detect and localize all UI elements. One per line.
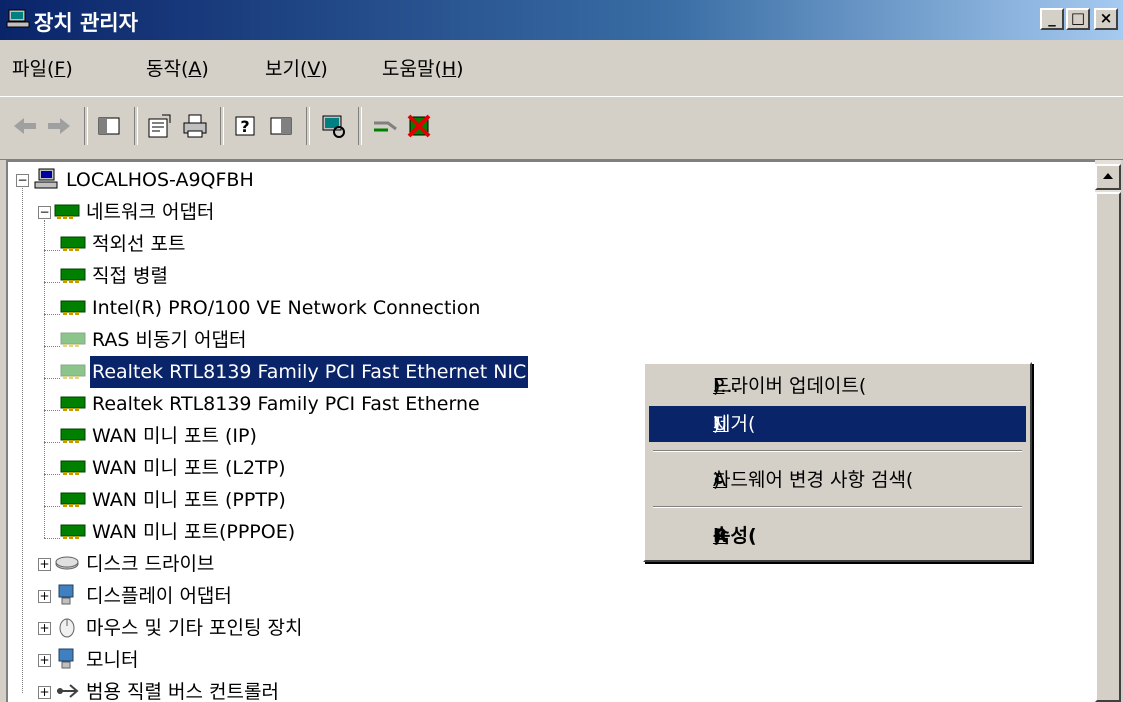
console-pane-icon[interactable] (266, 111, 296, 141)
maximize-button[interactable]: □ (1066, 8, 1090, 30)
collapse-toggle[interactable]: − (38, 206, 51, 219)
computer-icon (34, 168, 58, 189)
tree-group-label: 모니터 (86, 649, 139, 671)
scan-hardware-icon[interactable] (318, 111, 348, 141)
network-card-icon (60, 492, 86, 507)
menu-item-uninstall[interactable]: 제거(U) (649, 406, 1026, 442)
tree-group-label: 네트워크 어댑터 (86, 201, 215, 223)
uninstall-icon[interactable] (404, 111, 434, 141)
tree-guide (44, 410, 60, 411)
tree-item-label: WAN 미니 포트 (IP) (92, 425, 257, 447)
expand-toggle[interactable]: + (38, 686, 51, 699)
tree-root-label: LOCALHOS-A9QFBH (66, 169, 254, 191)
expand-toggle[interactable]: + (38, 558, 51, 571)
network-card-icon (60, 236, 86, 251)
tree-item-label: 직접 병렬 (92, 265, 168, 287)
svg-text:?: ? (240, 117, 249, 136)
network-card-icon (54, 204, 80, 219)
menu-separator (653, 450, 1022, 452)
back-icon[interactable] (10, 111, 40, 141)
toolbar-separator (306, 107, 310, 145)
tree-group-label: 범용 직렬 버스 컨트롤러 (86, 681, 279, 702)
menu-item-update-driver[interactable]: 드라이버 업데이트(P)... (649, 368, 1026, 404)
tree-item-label: RAS 비동기 어댑터 (92, 329, 247, 351)
tree-guide (44, 506, 60, 507)
minimize-button[interactable]: _ (1040, 8, 1064, 30)
update-driver-icon[interactable] (370, 111, 400, 141)
network-card-icon (60, 268, 86, 283)
menu-file[interactable]: 파일(F) (12, 54, 73, 81)
network-card-icon (60, 460, 86, 475)
tree-guide (44, 220, 45, 538)
mouse-icon (59, 618, 75, 638)
scroll-thumb[interactable] (1095, 192, 1121, 702)
close-button[interactable]: × (1094, 8, 1118, 30)
collapse-toggle[interactable]: − (16, 174, 29, 187)
tree-item-label: Realtek RTL8139 Family PCI Fast Etherne (92, 393, 480, 415)
tree-item-label: WAN 미니 포트 (PPTP) (92, 489, 286, 511)
menu-action[interactable]: 동작(A) (146, 54, 209, 81)
tree-group-label: 마우스 및 기타 포인팅 장치 (86, 617, 303, 639)
tree-guide (44, 346, 60, 347)
tree-item-label: Realtek RTL8139 Family PCI Fast Ethernet… (90, 356, 529, 388)
properties-icon[interactable] (144, 111, 174, 141)
menu-bar: 파일(F) 동작(A) 보기(V) 도움말(H) (0, 44, 1123, 88)
show-hide-console-tree-icon[interactable] (94, 111, 124, 141)
tree-item-label: Intel(R) PRO/100 VE Network Connection (92, 297, 481, 319)
toolbar-separator (220, 107, 224, 145)
tree-guide (44, 474, 60, 475)
tree-guide (44, 442, 60, 443)
tree-guide (44, 378, 60, 379)
tree-guide (44, 538, 60, 539)
toolbar: ? (0, 96, 1123, 160)
tree-item-label: WAN 미니 포트(PPPOE) (92, 521, 296, 543)
device-manager-window: 장치 관리자 _ □ × 파일(F) 동작(A) 보기(V) 도움말(H) ? … (0, 0, 1123, 702)
forward-icon[interactable] (44, 111, 74, 141)
toolbar-separator (358, 107, 362, 145)
menu-separator (653, 506, 1022, 508)
tree-guide (44, 314, 60, 315)
network-card-icon (60, 428, 86, 443)
context-menu: 드라이버 업데이트(P)... 제거(U) 하드웨어 변경 사항 검색(A) 속… (643, 362, 1032, 562)
expand-toggle[interactable]: + (38, 622, 51, 635)
tree-item-label: WAN 미니 포트 (L2TP) (92, 457, 286, 479)
toolbar-separator (84, 107, 88, 145)
toolbar-separator (134, 107, 138, 145)
tree-group-label: 디스크 드라이브 (86, 553, 215, 575)
network-card-icon (60, 364, 86, 379)
menu-item-scan-hardware[interactable]: 하드웨어 변경 사항 검색(A) (649, 462, 1026, 498)
tree-guide (44, 250, 60, 251)
expand-toggle[interactable]: + (38, 590, 51, 603)
menu-help[interactable]: 도움말(H) (382, 54, 464, 81)
scroll-up-button[interactable] (1095, 164, 1121, 190)
tree-guide (22, 188, 23, 693)
title-bar[interactable]: 장치 관리자 _ □ × (0, 0, 1123, 40)
network-card-icon (60, 332, 86, 347)
vertical-scrollbar[interactable] (1095, 160, 1121, 702)
network-card-icon (60, 524, 86, 539)
display-adapter-icon (58, 584, 74, 605)
network-card-icon (60, 396, 86, 411)
window-title: 장치 관리자 (34, 11, 138, 35)
menu-view[interactable]: 보기(V) (265, 54, 328, 81)
help-icon[interactable]: ? (230, 111, 260, 141)
monitor-icon (58, 648, 74, 669)
expand-toggle[interactable]: + (38, 654, 51, 667)
computer-icon (6, 9, 30, 28)
tree-group-label: 디스플레이 어댑터 (86, 585, 232, 607)
disk-drive-icon (55, 556, 79, 570)
usb-icon (57, 684, 79, 698)
menu-item-properties[interactable]: 속성(R) (649, 518, 1026, 554)
network-card-icon (60, 300, 86, 315)
tree-item-label: 적외선 포트 (92, 233, 186, 255)
tree-guide (44, 282, 60, 283)
print-icon[interactable] (180, 111, 210, 141)
